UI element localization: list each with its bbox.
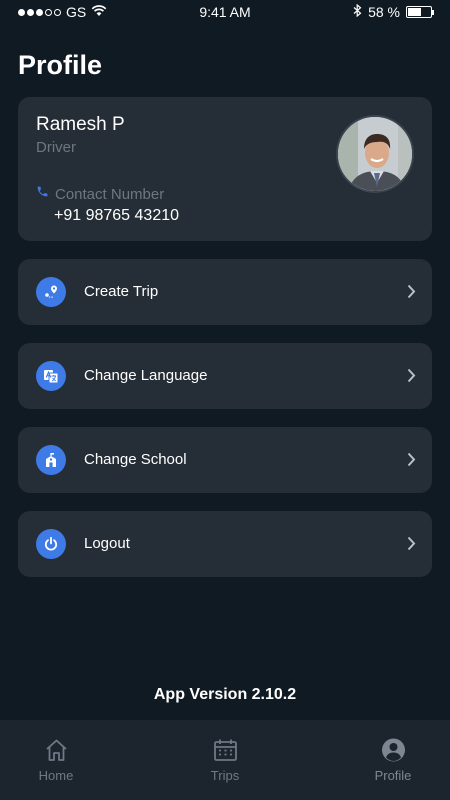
map-pin-icon [36, 277, 66, 307]
page-title: Profile [18, 50, 103, 80]
tab-trips[interactable]: Trips [170, 720, 280, 800]
contact-row: Contact Number [36, 185, 164, 203]
home-icon [46, 739, 67, 761]
status-right: 58 % [353, 3, 434, 20]
chevron-right-icon [407, 284, 416, 304]
chevron-right-icon [407, 368, 416, 388]
power-icon [36, 529, 66, 559]
bottom-tab-bar: Home Trips Profile [0, 720, 450, 800]
tab-profile[interactable]: Profile [338, 720, 448, 800]
menu-change-language[interactable]: Change Language [18, 343, 432, 409]
menu-change-school[interactable]: Change School [18, 427, 432, 493]
battery-percent: 58 % [368, 4, 400, 20]
battery-icon [406, 6, 434, 18]
tab-label: Trips [210, 768, 240, 783]
contact-label: Contact Number [55, 185, 165, 203]
tab-label: Profile [374, 768, 412, 783]
menu-label: Create Trip [84, 283, 159, 300]
translate-icon [36, 361, 66, 391]
contact-phone[interactable]: +91 98765 43210 [54, 207, 179, 225]
calendar-icon [214, 739, 237, 761]
menu-label: Logout [84, 535, 130, 552]
profile-card: Ramesh P Driver Contact Number +91 98765… [18, 97, 432, 241]
menu-label: Change Language [84, 367, 208, 384]
menu-logout[interactable]: Logout [18, 511, 432, 577]
menu-create-trip[interactable]: Create Trip [18, 259, 432, 325]
school-icon [36, 445, 66, 475]
chevron-right-icon [407, 536, 416, 556]
avatar[interactable] [336, 115, 414, 193]
phone-icon [36, 185, 49, 203]
menu-label: Change School [84, 451, 187, 468]
bluetooth-icon [353, 3, 362, 20]
status-bar: GS 9:41 AM 58 % [0, 0, 450, 24]
chevron-right-icon [407, 452, 416, 472]
tab-home[interactable]: Home [1, 720, 111, 800]
app-version: App Version 2.10.2 [153, 686, 297, 703]
profile-screen: GS 9:41 AM 58 % Profile Ramesh P Driver … [0, 0, 450, 800]
battery-fill [408, 8, 421, 16]
profile-role: Driver [36, 139, 76, 156]
profile-name: Ramesh P [36, 114, 125, 135]
tab-label: Home [38, 768, 74, 783]
user-icon [382, 738, 405, 762]
